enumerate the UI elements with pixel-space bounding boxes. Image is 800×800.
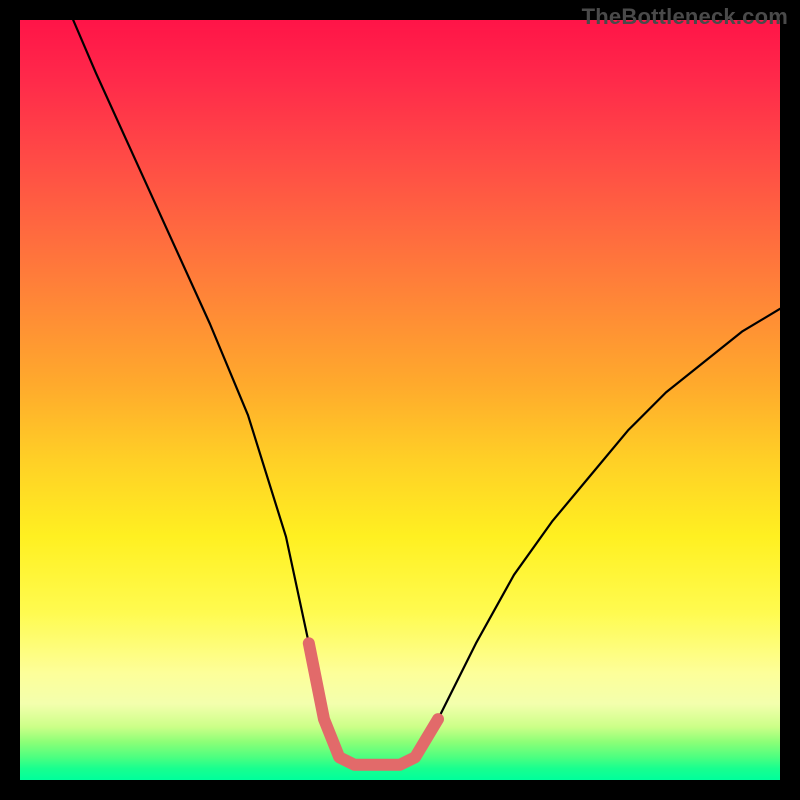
bottleneck-curve (73, 20, 780, 765)
watermark-text: TheBottleneck.com (582, 4, 788, 30)
chart-svg (20, 20, 780, 780)
flat-bottom-highlight (309, 643, 438, 765)
chart-frame: TheBottleneck.com (0, 0, 800, 800)
